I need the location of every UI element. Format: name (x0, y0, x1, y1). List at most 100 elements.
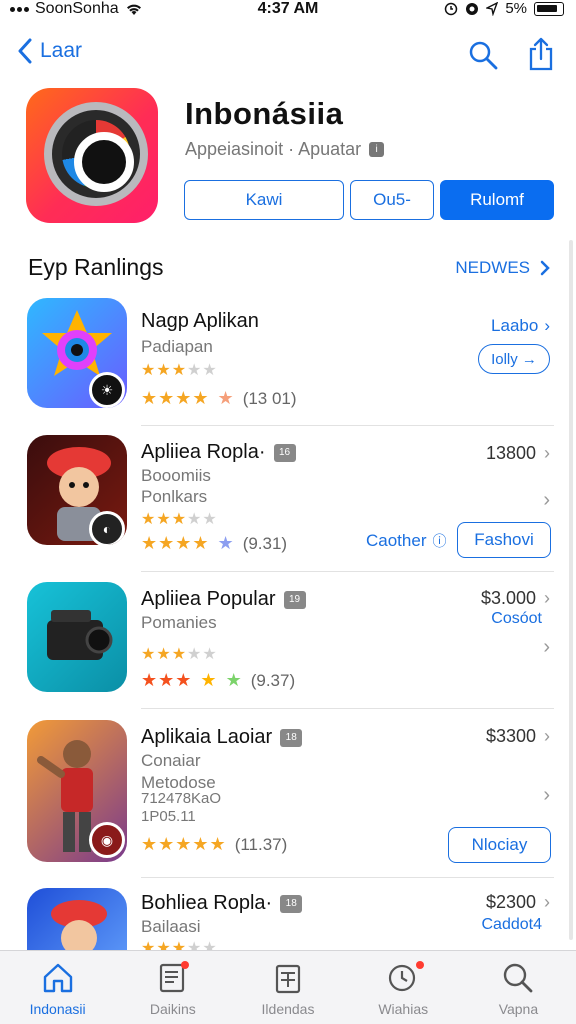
chevron-right-icon: › (544, 892, 550, 912)
price-text: $2300 (485, 892, 536, 912)
list-item[interactable]: ◐ Apliiea Ropla· 16 Booomiis Ponlkars ★★★… (0, 435, 576, 567)
info-icon: ⓘ (432, 533, 447, 549)
list-item[interactable]: ☀ Nagp Aplikan Padiapan ★★★★★ ★★★★ ★ (13 0… (0, 298, 576, 426)
rating-line: ★★★★ ★ (13 01) (141, 388, 297, 408)
tab-bar: Indonasii Daikins Ildendas Wiahias Vapna (0, 950, 576, 1024)
app-icon (27, 582, 127, 692)
notification-dot (415, 961, 424, 969)
divider (141, 571, 554, 572)
app-category: Pomanies (141, 613, 217, 632)
chevron-right-icon[interactable]: › (543, 636, 550, 659)
get-button-label: Iolly (491, 350, 518, 368)
app-category: Padiapan (141, 337, 213, 356)
list-item[interactable]: Bohliea Ropla· 18 Bailaasi ★★★★★ $2300 › C… (0, 888, 576, 950)
price-text: 13800 (485, 443, 536, 463)
status-bar: SoonSonha 4:37 AM 5% (0, 0, 576, 22)
battery-icon (534, 1, 564, 16)
chevron-left-icon (18, 38, 32, 64)
list-item[interactable]: ◉ Aplikaia Laoiar 18 Conaiar Metodose 712… (0, 720, 576, 868)
chevron-right-icon: › (544, 726, 550, 746)
chevron-right-icon: › (544, 316, 550, 335)
price-text: $3300 (485, 726, 536, 746)
price-text: $3.000 (480, 588, 536, 608)
app-price-secondary: Cosóot (491, 610, 542, 627)
rating-line: ★★★★ ★ (9.31) (141, 533, 288, 553)
hero-button-2[interactable]: Ou5- (350, 180, 434, 220)
info-icon: i (369, 142, 385, 157)
tab-apps[interactable]: Ildendas (230, 951, 345, 1024)
chevron-right-icon[interactable]: › (543, 784, 550, 807)
firefighter-icon (51, 900, 107, 950)
hero-button-primary[interactable]: Rulomf (440, 180, 554, 220)
get-button[interactable]: Fashovi (457, 522, 551, 558)
get-button[interactable]: Nlociay (448, 827, 551, 863)
app-icon: ☀ (27, 298, 127, 408)
app-name: Apliiea Popular 19 (141, 588, 306, 611)
search-icon[interactable] (468, 40, 498, 70)
app-price: $2300 › (486, 892, 550, 913)
arrow-right-icon: → (521, 350, 537, 368)
app-subcategory: Ponlkars (141, 487, 208, 506)
battery-percent: 5% (505, 0, 527, 17)
get-button[interactable]: Iolly → (478, 344, 550, 374)
app-price: 13800 › (486, 443, 550, 464)
badge-icon: ◉ (89, 822, 125, 858)
app-category: Booomiis (141, 466, 211, 485)
location-icon (486, 1, 499, 16)
tab-label: Daikins (149, 1001, 196, 1017)
tab-search[interactable]: Vapna (461, 951, 576, 1024)
back-label: Laar (40, 39, 83, 62)
tab-today[interactable]: Indonasii (0, 951, 115, 1024)
badge-icon: ☀ (89, 372, 125, 408)
app-link[interactable]: Caother ⓘ (366, 531, 446, 551)
lock-rotation-icon (466, 2, 479, 15)
rating-count: (13 01) (242, 388, 297, 408)
tab-updates[interactable]: Wiahias (346, 951, 461, 1024)
home-icon (43, 963, 72, 993)
app-link[interactable]: Laabo › (491, 316, 550, 336)
tab-label: Ildendas (261, 1001, 315, 1017)
app-price: $3300 › (486, 726, 550, 747)
age-rating: 18 (280, 728, 303, 747)
badge-icon: ◐ (89, 511, 125, 545)
app-detail-2: 1P05.11 (141, 808, 196, 825)
tab-games[interactable]: Daikins (115, 951, 230, 1024)
tab-label: Indonasii (29, 1001, 86, 1017)
layers-icon (275, 964, 301, 994)
age-rating: 18 (280, 894, 303, 913)
app-name: Bohliea Ropla· 18 (141, 892, 303, 915)
alarm-icon (445, 2, 458, 15)
app-link-label: Caother (366, 531, 427, 550)
chevron-right-icon (540, 260, 550, 276)
tab-label: Wiahias (378, 1001, 429, 1017)
share-icon[interactable] (527, 37, 555, 71)
divider (141, 425, 554, 426)
back-button[interactable]: Laar (18, 38, 82, 64)
app-name-text: Apliiea Popular (141, 588, 276, 610)
chevron-right-icon[interactable]: › (543, 489, 550, 512)
age-rating: 16 (273, 443, 296, 462)
divider (141, 708, 554, 709)
star-rating: ★★★★★ (141, 940, 218, 950)
status-right: 5% (444, 0, 564, 17)
chevron-right-icon: › (544, 443, 550, 463)
see-all-label: NEDWES (455, 258, 530, 277)
list-item[interactable]: Apliiea Popular 19 Pomanies ★★★★★ ★★★ ★ ★ (9… (0, 580, 576, 706)
app-icon (27, 888, 127, 950)
rating-count: (9.31) (242, 533, 288, 553)
featured-app-icon[interactable] (26, 88, 158, 223)
app-name: Apliiea Ropla· 16 (141, 441, 296, 464)
app-name-text: Bohliea Ropla· (141, 892, 273, 914)
app-link-label: Laabo (491, 316, 539, 335)
hero-button-1[interactable]: Kawi (184, 180, 344, 220)
app-name-text: Apliiea Ropla· (141, 441, 266, 463)
app-category: Bailaasi (141, 917, 201, 936)
app-category: Conaiar (141, 751, 201, 770)
rating-count: (9.37) (250, 670, 296, 690)
rating-line: ★★★ ★ ★ (9.37) (141, 670, 296, 690)
section-title: Eyp Ranlings (28, 254, 164, 280)
see-all-link[interactable]: NEDWES (455, 258, 550, 278)
search-icon (504, 963, 533, 993)
app-icon: ◉ (27, 720, 127, 862)
star-rating: ★★★★★ (141, 362, 218, 379)
